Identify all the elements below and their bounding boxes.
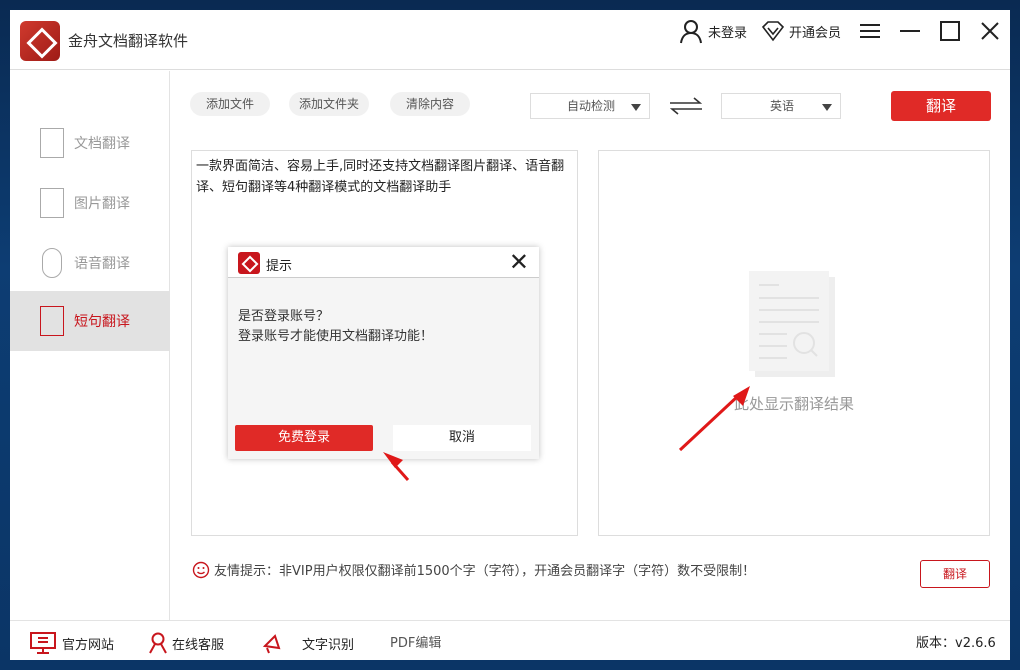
target-language-select[interactable]: 英语 xyxy=(721,93,841,119)
sidebar-item-label: 短句翻译 xyxy=(74,314,130,330)
sidebar-item-label: 语音翻译 xyxy=(74,256,130,272)
title-bar: 金舟文档翻译软件 未登录 开通会员 xyxy=(10,10,1010,70)
image-icon xyxy=(40,188,64,218)
document-icon xyxy=(40,128,64,158)
app-title: 金舟文档翻译软件 xyxy=(68,32,189,50)
ocr-link[interactable]: 文字识别 xyxy=(262,632,354,654)
sidebar-item-voice[interactable]: 语音翻译 xyxy=(10,233,170,293)
megaphone-icon xyxy=(262,634,281,654)
diamond-icon xyxy=(761,21,785,42)
website-link[interactable]: 官方网站 xyxy=(30,632,114,654)
chevron-down-icon xyxy=(822,104,832,111)
clear-button[interactable]: 清除内容 xyxy=(390,92,470,116)
website-label: 官方网站 xyxy=(62,637,115,653)
microphone-icon xyxy=(42,248,62,278)
source-language-select[interactable]: 自动检测 xyxy=(530,93,650,119)
dialog-header: 提示 ✕ xyxy=(228,247,539,278)
sidebar-item-label: 图片翻译 xyxy=(74,196,130,212)
add-folder-button[interactable]: 添加文件夹 xyxy=(289,92,369,116)
app-window: 金舟文档翻译软件 未登录 开通会员 文档翻译 图片翻译 语音翻译 短句翻译 添加… xyxy=(10,10,1010,660)
translate-button[interactable]: 翻译 xyxy=(891,91,991,121)
user-icon xyxy=(680,20,702,44)
vip-button[interactable]: 开通会员 xyxy=(761,20,841,42)
target-language-value: 英语 xyxy=(770,99,795,113)
monitor-icon xyxy=(30,632,56,654)
version-label: 版本：v2.6.6 xyxy=(916,636,996,651)
dialog-close-icon[interactable]: ✕ xyxy=(509,249,529,275)
sidebar-item-label: 文档翻译 xyxy=(74,136,130,152)
free-login-button[interactable]: 免费登录 xyxy=(235,425,373,451)
service-link[interactable]: 在线客服 xyxy=(148,632,224,654)
chevron-down-icon xyxy=(631,104,641,111)
minimize-icon[interactable] xyxy=(900,22,920,40)
pdf-link[interactable]: PDF编辑 xyxy=(390,632,441,651)
vip-label: 开通会员 xyxy=(789,25,842,41)
swap-icon[interactable] xyxy=(670,96,702,116)
result-panel: 此处显示翻译结果 xyxy=(598,150,990,536)
dialog-line: 登录账号才能使用文档翻译功能！ xyxy=(238,329,434,344)
tip-message: 友情提示：非VIP用户权限仅翻译前1500个字（字符），开通会员翻译字（字符）数… xyxy=(192,560,755,579)
source-language-value: 自动检测 xyxy=(567,99,616,113)
ocr-label: 文字识别 xyxy=(302,637,355,653)
tip-text: 友情提示：非VIP用户权限仅翻译前1500个字（字符），开通会员翻译字（字符）数… xyxy=(214,564,756,579)
sidebar-item-image[interactable]: 图片翻译 xyxy=(10,173,170,233)
sidebar-item-sentence[interactable]: 短句翻译 xyxy=(10,291,170,351)
login-dialog: 提示 ✕ 是否登录账号？ 登录账号才能使用文档翻译功能！ 免费登录 取消 xyxy=(228,247,539,459)
service-icon xyxy=(149,632,167,654)
sidebar-item-document[interactable]: 文档翻译 xyxy=(10,113,170,173)
smiley-icon xyxy=(192,561,210,578)
sentence-icon xyxy=(40,306,64,336)
sidebar: 文档翻译 图片翻译 语音翻译 短句翻译 xyxy=(10,71,170,620)
app-logo xyxy=(20,21,60,61)
close-icon[interactable] xyxy=(981,22,999,40)
maximize-icon[interactable] xyxy=(940,21,960,41)
dialog-message: 是否登录账号？ 登录账号才能使用文档翻译功能！ xyxy=(238,307,433,347)
dialog-line: 是否登录账号？ xyxy=(238,309,330,324)
dialog-title: 提示 xyxy=(266,259,293,274)
source-text[interactable]: 一款界面简洁、容易上手,同时还支持文档翻译图片翻译、语音翻译、短句翻译等4种翻译… xyxy=(192,151,577,203)
translate-small-button[interactable]: 翻译 xyxy=(920,560,990,588)
footer: 官方网站 在线客服 文字识别 PDF编辑 版本：v2.6.6 xyxy=(10,620,1010,660)
app-logo xyxy=(238,252,260,274)
user-label: 未登录 xyxy=(708,25,748,41)
result-placeholder: 此处显示翻译结果 xyxy=(734,395,855,413)
cancel-button[interactable]: 取消 xyxy=(393,425,531,451)
document-search-icon xyxy=(749,271,835,377)
login-button[interactable]: 未登录 xyxy=(678,20,748,44)
add-file-button[interactable]: 添加文件 xyxy=(190,92,270,116)
menu-icon[interactable] xyxy=(860,22,880,40)
service-label: 在线客服 xyxy=(172,637,225,653)
